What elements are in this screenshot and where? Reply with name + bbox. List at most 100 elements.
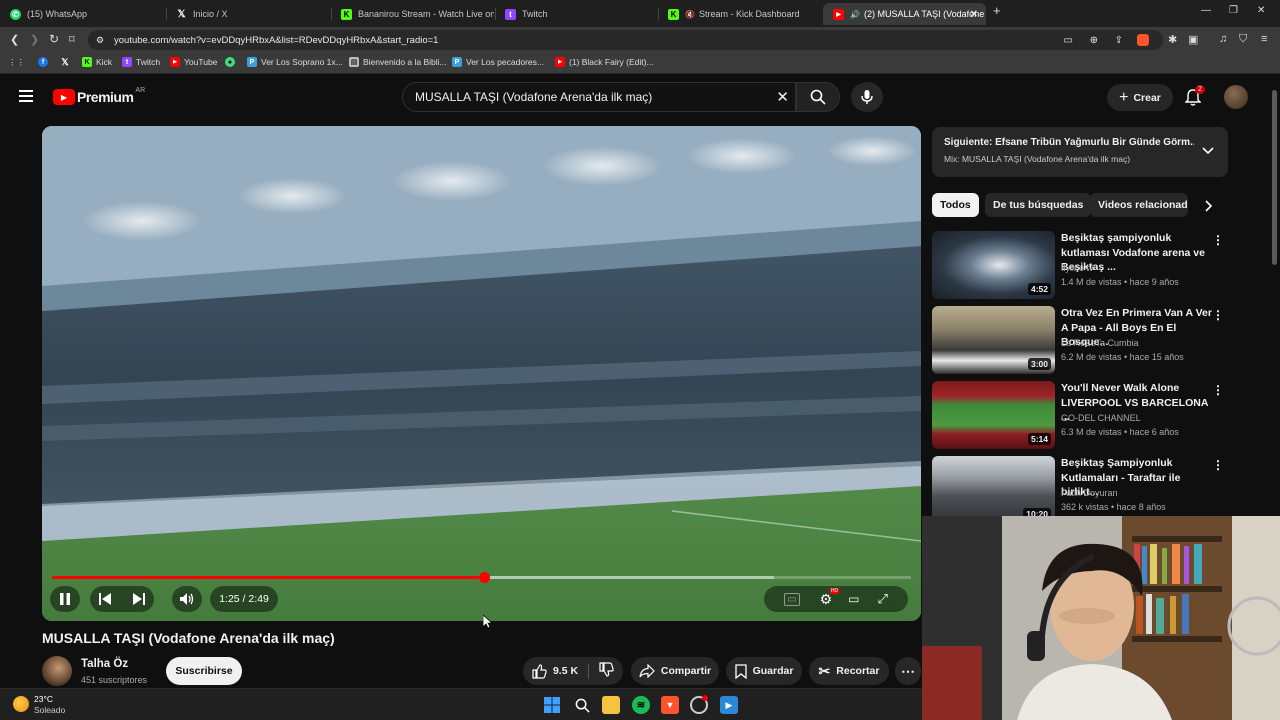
dislike-button[interactable] bbox=[595, 662, 614, 680]
pause-button[interactable] bbox=[50, 586, 80, 612]
brave-browser-icon[interactable]: ▼ bbox=[661, 696, 679, 714]
apps-icon[interactable]: ⋮⋮ bbox=[8, 57, 25, 68]
bookmark-kick[interactable]: K Kick bbox=[82, 57, 112, 67]
previous-icon[interactable] bbox=[98, 592, 112, 606]
search-icon[interactable] bbox=[573, 696, 591, 714]
playlist-next-panel[interactable]: Siguiente: Efsane Tribün Yağmurlu Bir Gü… bbox=[932, 127, 1228, 177]
volume-button[interactable] bbox=[172, 586, 202, 612]
create-button[interactable]: + Crear bbox=[1107, 84, 1173, 111]
menu-icon[interactable]: ≡ bbox=[1261, 33, 1267, 45]
channel-avatar[interactable] bbox=[42, 656, 72, 686]
bookmark-black-fairy[interactable]: ▶ (1) Black Fairy (Edit)... bbox=[555, 57, 654, 67]
scrubber-handle[interactable] bbox=[479, 572, 491, 583]
bookmark-x[interactable]: 𝕏 bbox=[60, 57, 74, 67]
windows-start-icon[interactable] bbox=[543, 696, 561, 714]
video-player[interactable]: 1:25 / 2:49 ▭ ⚙ HD ▭ ⤢ bbox=[42, 126, 921, 621]
bookmark-twitch[interactable]: t Twitch bbox=[122, 57, 160, 67]
bookmark-android[interactable]: ● bbox=[225, 57, 239, 67]
tab-kick-dashboard[interactable]: K 🔇 Stream - Kick Dashboard bbox=[658, 3, 821, 25]
close-window-icon[interactable]: ✕ bbox=[1257, 5, 1265, 16]
back-icon[interactable]: ❮ bbox=[10, 33, 19, 46]
chevron-down-icon[interactable] bbox=[1202, 147, 1214, 155]
page-scrollbar[interactable] bbox=[1272, 90, 1277, 265]
pause-icon bbox=[60, 593, 70, 605]
site-info-icon[interactable]: ⚙ bbox=[96, 35, 104, 46]
chevron-right-icon[interactable] bbox=[1205, 200, 1213, 212]
search-input[interactable]: MUSALLA TAŞI (Vodafone Arena'da ilk maç)… bbox=[402, 82, 796, 112]
more-options-icon[interactable]: ⋮ bbox=[1212, 383, 1224, 397]
restore-icon[interactable]: ❐ bbox=[1229, 5, 1238, 16]
next-icon[interactable] bbox=[132, 592, 146, 606]
like-button[interactable]: 9.5 K bbox=[532, 663, 590, 679]
voice-search-button[interactable] bbox=[851, 82, 883, 112]
duration-badge: 5:14 bbox=[1027, 433, 1051, 445]
account-avatar[interactable] bbox=[1224, 85, 1248, 109]
obs-icon[interactable] bbox=[690, 695, 708, 714]
channel-name[interactable]: Talha Öz bbox=[81, 658, 128, 670]
region-label: AR bbox=[135, 86, 146, 94]
whatsapp-icon: ✆ bbox=[10, 8, 21, 20]
reload-icon[interactable]: ↻ bbox=[49, 32, 59, 46]
clear-search-icon[interactable]: ✕ bbox=[776, 88, 789, 106]
fullscreen-icon[interactable]: ⤢ bbox=[877, 591, 887, 607]
rec-channel: La ReZeTa Cumbia bbox=[1061, 338, 1139, 348]
search-button[interactable] bbox=[796, 82, 840, 112]
more-options-icon[interactable]: ⋮ bbox=[1212, 308, 1224, 322]
share-button[interactable]: Compartir bbox=[631, 657, 719, 685]
recommendation-item[interactable]: 3:00 Otra Vez En Primera Van A Ver A Pap… bbox=[932, 306, 1228, 374]
extensions-icon[interactable]: ✱ bbox=[1168, 33, 1177, 46]
notifications-button[interactable]: 2 bbox=[1184, 85, 1205, 112]
bookmark-page-icon[interactable]: ⌑ bbox=[69, 33, 75, 46]
brave-shield-icon[interactable] bbox=[1137, 34, 1149, 46]
new-tab-button[interactable]: + bbox=[993, 3, 1001, 18]
tab-whatsapp[interactable]: ✆ (15) WhatsApp bbox=[0, 3, 165, 25]
more-options-icon[interactable]: ⋮ bbox=[1212, 233, 1224, 247]
bookmark-biblioteca[interactable]: ▤ Bienvenido a la Bibli... bbox=[349, 57, 447, 67]
youtube-header: ▶ Premium AR MUSALLA TAŞI (Vodafone Aren… bbox=[0, 76, 1280, 120]
subscribe-button[interactable]: Suscribirse bbox=[166, 657, 242, 685]
bookmark-facebook[interactable]: f bbox=[38, 57, 52, 67]
address-bar[interactable]: ⚙ youtube.com/watch?v=evDDqyHRbxA&list=R… bbox=[88, 30, 1163, 50]
camera-app-icon[interactable]: ▶ bbox=[720, 696, 738, 714]
speaker-icon: 🔊 bbox=[850, 9, 860, 19]
clip-button[interactable]: ✂ Recortar bbox=[809, 657, 889, 685]
file-explorer-icon[interactable] bbox=[602, 696, 620, 714]
plus-icon: + bbox=[1119, 88, 1129, 106]
close-tab-icon[interactable]: ✕ bbox=[970, 9, 978, 20]
recommendation-item[interactable]: 5:14 You'll Never Walk Alone LIVERPOOL V… bbox=[932, 381, 1228, 449]
youtube-logo[interactable]: ▶ Premium AR bbox=[53, 86, 146, 105]
tab-kick-stream[interactable]: K Bananirou Stream - Watch Live on Ki bbox=[331, 3, 494, 25]
bookmark-pecadores[interactable]: P Ver Los pecadores... bbox=[452, 57, 544, 67]
forward-icon[interactable]: ❯ bbox=[30, 33, 39, 46]
sidebar-icon[interactable]: ▣ bbox=[1188, 33, 1198, 46]
recommendation-item[interactable]: 10:20 Beşiktaş Şampiyonluk Kutlamaları -… bbox=[932, 456, 1228, 524]
save-button[interactable]: Guardar bbox=[726, 657, 802, 685]
tab-youtube-active[interactable]: ▶ 🔊 (2) MUSALLA TAŞI (Vodafone ✕ bbox=[823, 3, 986, 25]
vpn-icon[interactable]: ⛉ bbox=[1239, 33, 1247, 46]
bookmark-soprano[interactable]: P Ver Los Soprano 1x... bbox=[247, 57, 343, 67]
hamburger-menu-icon[interactable] bbox=[19, 90, 33, 102]
played-bar bbox=[52, 576, 485, 579]
weather-icon[interactable] bbox=[13, 696, 29, 712]
zoom-icon[interactable]: ⊕ bbox=[1090, 35, 1098, 46]
cast-icon[interactable]: ▭ bbox=[1064, 35, 1073, 46]
media-icon[interactable]: ♫ bbox=[1219, 33, 1227, 45]
chip-from-searches[interactable]: De tus búsquedas bbox=[985, 193, 1092, 217]
more-actions-button[interactable]: ⋯ bbox=[895, 657, 921, 685]
share-icon[interactable]: ⇪ bbox=[1115, 35, 1123, 46]
subtitles-icon[interactable]: ▭ bbox=[784, 592, 800, 606]
minimize-icon[interactable]: — bbox=[1201, 5, 1211, 16]
progress-bar[interactable] bbox=[52, 572, 911, 583]
more-options-icon[interactable]: ⋮ bbox=[1212, 458, 1224, 472]
chip-all[interactable]: Todos bbox=[932, 193, 979, 217]
notification-badge: 2 bbox=[1195, 85, 1205, 94]
tab-twitch[interactable]: t Twitch bbox=[495, 3, 658, 25]
chip-related[interactable]: Videos relacionado bbox=[1090, 193, 1188, 217]
theater-mode-icon[interactable]: ▭ bbox=[848, 592, 859, 606]
settings-icon[interactable]: ⚙ HD bbox=[820, 587, 840, 608]
bookmark-youtube[interactable]: ▶ YouTube bbox=[170, 57, 217, 67]
recommendation-item[interactable]: 4:52 Beşiktaş şampiyonluk kutlaması Voda… bbox=[932, 231, 1228, 299]
kick-icon: K bbox=[668, 8, 679, 20]
spotify-icon[interactable]: ≋ bbox=[632, 696, 650, 714]
tab-x[interactable]: 𝕏 Inicio / X bbox=[166, 3, 331, 25]
